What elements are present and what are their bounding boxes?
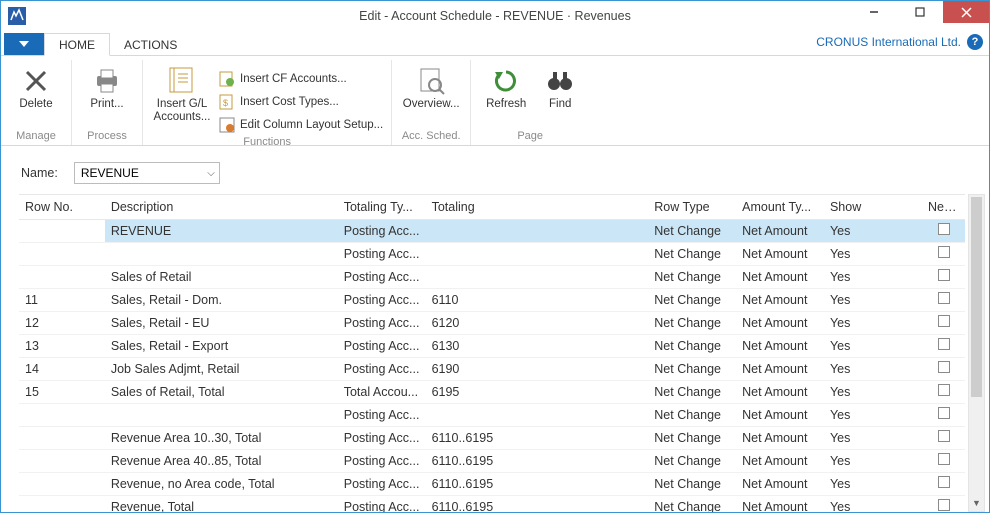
- application-menu[interactable]: [4, 33, 44, 55]
- group-process: Process: [80, 130, 134, 145]
- maximize-button[interactable]: [897, 1, 943, 23]
- tab-actions[interactable]: ACTIONS: [110, 34, 191, 55]
- binoculars-icon: [545, 64, 575, 98]
- name-value: REVENUE: [81, 166, 139, 180]
- name-label: Name:: [21, 166, 58, 180]
- insert-cf-button[interactable]: Insert CF Accounts...: [219, 68, 383, 90]
- checkbox[interactable]: [938, 430, 950, 442]
- delete-icon: [21, 64, 51, 98]
- cost-icon: $: [219, 94, 235, 110]
- col-totaling[interactable]: Totaling: [426, 195, 649, 219]
- table-row[interactable]: Posting Acc...Net ChangeNet AmountYes: [19, 403, 965, 426]
- table-row[interactable]: REVENUEPosting Acc...Net ChangeNet Amoun…: [19, 219, 965, 242]
- table-row[interactable]: Posting Acc...Net ChangeNet AmountYes: [19, 242, 965, 265]
- insert-cost-button[interactable]: $Insert Cost Types...: [219, 91, 383, 113]
- checkbox[interactable]: [938, 315, 950, 327]
- svg-text:$: $: [223, 98, 228, 108]
- checkbox[interactable]: [938, 476, 950, 488]
- delete-button[interactable]: Delete: [9, 64, 63, 111]
- col-show[interactable]: Show: [824, 195, 922, 219]
- company-name: CRONUS International Ltd.: [816, 35, 961, 49]
- find-button[interactable]: Find: [539, 64, 581, 111]
- data-grid[interactable]: Row No. Description Totaling Ty... Total…: [19, 195, 965, 512]
- checkbox[interactable]: [938, 292, 950, 304]
- table-row[interactable]: 15Sales of Retail, TotalTotal Accou...61…: [19, 380, 965, 403]
- group-functions: Functions: [151, 136, 383, 151]
- table-row[interactable]: Sales of RetailPosting Acc...Net ChangeN…: [19, 265, 965, 288]
- scroll-thumb[interactable]: [971, 197, 982, 397]
- checkbox[interactable]: [938, 338, 950, 350]
- checkbox[interactable]: [938, 361, 950, 373]
- table-row[interactable]: 12Sales, Retail - EUPosting Acc...6120Ne…: [19, 311, 965, 334]
- checkbox[interactable]: [938, 499, 950, 511]
- print-button[interactable]: Print...: [80, 64, 134, 111]
- scroll-down-icon[interactable]: ▼: [969, 495, 984, 511]
- group-accsched: Acc. Sched.: [400, 130, 462, 145]
- table-row[interactable]: 13Sales, Retail - ExportPosting Acc...61…: [19, 334, 965, 357]
- overview-icon: [416, 64, 446, 98]
- col-new-page[interactable]: New...: [922, 195, 965, 219]
- table-row[interactable]: Revenue, TotalPosting Acc...6110..6195Ne…: [19, 495, 965, 512]
- group-manage: Manage: [9, 130, 63, 145]
- accounts-icon: [166, 64, 198, 98]
- chevron-down-icon: ⌵: [207, 168, 215, 179]
- cf-icon: [219, 71, 235, 87]
- title-bar: Edit - Account Schedule - REVENUE · Reve…: [1, 1, 989, 31]
- checkbox[interactable]: [938, 384, 950, 396]
- checkbox[interactable]: [938, 223, 950, 235]
- vertical-scrollbar[interactable]: ▲ ▼: [968, 194, 985, 512]
- table-row[interactable]: Revenue Area 10..30, TotalPosting Acc...…: [19, 426, 965, 449]
- minimize-button[interactable]: [851, 1, 897, 23]
- ribbon: Delete Manage Print... Process Insert G/…: [1, 56, 989, 146]
- table-row[interactable]: 11Sales, Retail - Dom.Posting Acc...6110…: [19, 288, 965, 311]
- grid-container: Row No. Description Totaling Ty... Total…: [1, 194, 989, 512]
- table-row[interactable]: 14Job Sales Adjmt, RetailPosting Acc...6…: [19, 357, 965, 380]
- header-row[interactable]: Row No. Description Totaling Ty... Total…: [19, 195, 965, 219]
- help-icon[interactable]: ?: [967, 34, 983, 50]
- refresh-button[interactable]: Refresh: [479, 64, 533, 111]
- table-row[interactable]: Revenue Area 40..85, TotalPosting Acc...…: [19, 449, 965, 472]
- overview-button[interactable]: Overview...: [400, 64, 462, 111]
- name-combo[interactable]: REVENUE ⌵: [74, 162, 220, 184]
- refresh-icon: [491, 64, 521, 98]
- tab-home[interactable]: HOME: [44, 33, 110, 56]
- col-totaling-type[interactable]: Totaling Ty...: [338, 195, 426, 219]
- checkbox[interactable]: [938, 407, 950, 419]
- col-row-type[interactable]: Row Type: [648, 195, 736, 219]
- checkbox[interactable]: [938, 246, 950, 258]
- header-form: Name: REVENUE ⌵: [1, 146, 989, 194]
- group-page: Page: [479, 130, 581, 145]
- edit-column-button[interactable]: Edit Column Layout Setup...: [219, 114, 383, 136]
- window-title: Edit - Account Schedule - REVENUE · Reve…: [359, 9, 631, 23]
- app-icon: [3, 2, 31, 30]
- col-amount-type[interactable]: Amount Ty...: [736, 195, 824, 219]
- table-row[interactable]: Revenue, no Area code, TotalPosting Acc.…: [19, 472, 965, 495]
- ribbon-tabs: HOME ACTIONS CRONUS International Ltd. ?: [1, 31, 989, 56]
- checkbox[interactable]: [938, 453, 950, 465]
- printer-icon: [91, 64, 123, 98]
- insert-gl-button[interactable]: Insert G/L Accounts...: [151, 64, 213, 124]
- checkbox[interactable]: [938, 269, 950, 281]
- col-rowno[interactable]: Row No.: [19, 195, 105, 219]
- close-button[interactable]: [943, 1, 989, 23]
- layout-icon: [219, 117, 235, 133]
- col-description[interactable]: Description: [105, 195, 338, 219]
- rowno-input[interactable]: [25, 224, 99, 238]
